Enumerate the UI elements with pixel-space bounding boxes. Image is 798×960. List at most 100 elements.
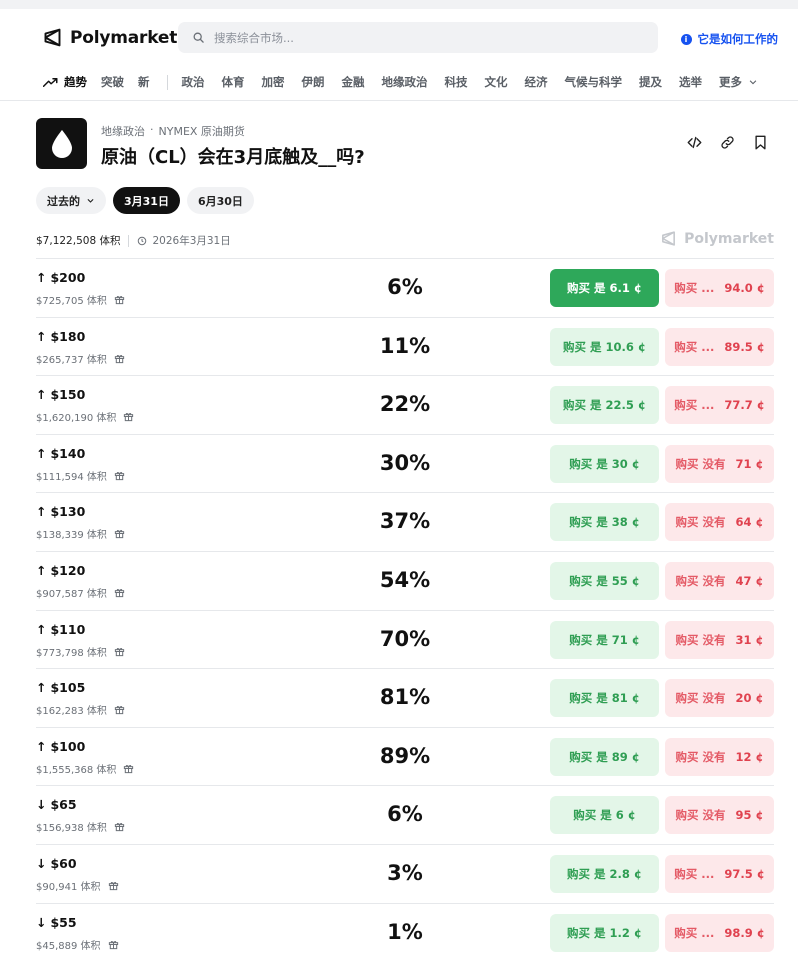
- info-icon: i: [680, 33, 692, 45]
- buy-yes-button[interactable]: 购买 是 2.8 ¢: [550, 854, 659, 893]
- embed-button[interactable]: [686, 134, 702, 150]
- market-row[interactable]: ↑ $105 $162,283 体积 81% 购买 是 81 ¢ 购买 没有 20 ¢: [36, 668, 774, 727]
- buy-no-button[interactable]: 购买 没有 95 ¢: [665, 796, 774, 835]
- nav-more[interactable]: 更多: [719, 74, 758, 90]
- buy-no-button[interactable]: 购买 ... 77.7 ¢: [665, 386, 774, 425]
- buy-no-button[interactable]: 购买 ... 94.0 ¢: [665, 269, 774, 307]
- search-bar[interactable]: [178, 22, 658, 53]
- market-row[interactable]: ↑ $120 $907,587 体积 54% 购买 是 55 ¢ 购买 没有 47 ¢: [36, 550, 774, 610]
- buy-no-prefix: 购买 ...: [674, 925, 715, 940]
- market-probability: 54%: [379, 567, 431, 592]
- market-row[interactable]: ↑ $150 $1,620,190 体积 22% 购买 是 22.5 ¢ 购买 ... 77…: [36, 375, 774, 434]
- breadcrumb-subcategory[interactable]: NYMEX 原油期货: [159, 123, 245, 139]
- buy-no-price: 64 ¢: [735, 515, 764, 530]
- buy-no-prefix: 购买 没有: [675, 691, 726, 706]
- market-row[interactable]: ↓ $65 $156,938 体积 6% 购买 是 6 ¢ 购买 没有 95 ¢: [36, 785, 774, 844]
- market-label: ↓ $55: [36, 915, 77, 930]
- nav-item-category[interactable]: 提及: [639, 74, 662, 90]
- buy-no-button[interactable]: 购买 没有 47 ¢: [665, 561, 774, 600]
- bookmark-icon: [754, 135, 766, 149]
- nav-item-new[interactable]: 新: [138, 74, 150, 90]
- buy-no-prefix: 购买 没有: [675, 515, 726, 530]
- market-row[interactable]: ↑ $140 $111,594 体积 30% 购买 是 30 ¢ 购买 没有 71 ¢: [36, 433, 774, 493]
- date-tabs: 过去的 3月31日 6月30日: [36, 187, 254, 214]
- buy-no-price: 77.7 ¢: [724, 398, 765, 413]
- buy-yes-button[interactable]: 购买 是 30 ¢: [550, 444, 659, 483]
- nav-item-category[interactable]: 经济: [525, 74, 548, 90]
- buy-yes-button[interactable]: 购买 是 1.2 ¢: [550, 913, 659, 952]
- nav-item-category-label: 政治: [181, 75, 205, 89]
- event-end-date-label: 2026年3月31日: [152, 235, 231, 247]
- buy-no-button[interactable]: 购买 ... 98.9 ¢: [665, 913, 774, 952]
- event-image: [36, 118, 87, 169]
- buy-yes-button[interactable]: 购买 是 10.6 ¢: [550, 327, 659, 366]
- nav-item-category[interactable]: 加密: [262, 74, 285, 90]
- bookmark-button[interactable]: [752, 134, 768, 150]
- market-probability: 6%: [387, 275, 423, 299]
- market-row[interactable]: ↓ $60 $90,941 体积 3% 购买 是 2.8 ¢ 购买 ... 97.5 ¢: [36, 843, 774, 903]
- nav-item-category-label: 金融: [341, 75, 365, 89]
- buy-no-button[interactable]: 购买 没有 64 ¢: [665, 503, 774, 542]
- nav-item-category[interactable]: 政治: [182, 74, 205, 90]
- tab-mar31[interactable]: 3月31日: [113, 187, 180, 214]
- chevron-down-icon: [749, 80, 757, 85]
- buy-yes-button[interactable]: 购买 是 38 ¢: [550, 503, 659, 542]
- link-icon: [720, 135, 734, 149]
- market-threshold: $130: [50, 504, 86, 520]
- buy-yes-button[interactable]: 购买 是 22.5 ¢: [550, 386, 659, 425]
- buy-yes-button[interactable]: 购买 是 55 ¢: [550, 561, 659, 600]
- nav-item-category[interactable]: 金融: [342, 74, 365, 90]
- nav-item-category[interactable]: 选举: [679, 74, 702, 90]
- market-probability: 22%: [379, 392, 431, 417]
- buy-no-button[interactable]: 购买 没有 71 ¢: [665, 444, 774, 483]
- market-label: ↓ $60: [36, 856, 77, 871]
- buy-no-prefix: 购买 没有: [675, 749, 726, 764]
- copy-link-button[interactable]: [719, 134, 735, 150]
- buy-yes-button[interactable]: 购买 是 89 ¢: [550, 737, 659, 776]
- market-volume-label: $773,798 体积: [36, 647, 107, 659]
- market-row[interactable]: ↑ $130 $138,339 体积 37% 购买 是 38 ¢ 购买 没有 64 ¢: [36, 492, 774, 551]
- market-probability: 11%: [379, 333, 431, 358]
- arrow-up-icon: ↑: [36, 387, 47, 403]
- nav-item-category[interactable]: 体育: [222, 74, 245, 90]
- buy-yes-button[interactable]: 购买 是 6.1 ¢: [550, 269, 659, 307]
- buy-no-prefix: 购买 没有: [675, 573, 726, 588]
- market-row[interactable]: ↑ $200 $725,705 体积 6% 购买 是 6.1 ¢ 购买 ... 94.0 ¢: [36, 258, 774, 317]
- market-row[interactable]: ↓ $55 $45,889 体积 1% 购买 是 1.2 ¢ 购买 ... 98.9 ¢: [36, 902, 774, 960]
- watermark-label: Polymarket: [684, 230, 774, 247]
- nav-item-category[interactable]: 文化: [485, 74, 508, 90]
- nav-item-category[interactable]: 科技: [445, 74, 468, 90]
- buy-no-button[interactable]: 购买 没有 20 ¢: [665, 679, 774, 718]
- nav-item-trending[interactable]: 趋势: [43, 74, 87, 90]
- search-input[interactable]: [214, 30, 634, 45]
- market-probability: 70%: [379, 626, 431, 651]
- buy-no-button[interactable]: 购买 ... 89.5 ¢: [665, 327, 774, 366]
- market-threshold: $200: [50, 270, 86, 285]
- nav-item-category[interactable]: 地缘政治: [382, 74, 428, 90]
- nav-item-trending-label: 趋势: [64, 75, 87, 89]
- nav-item-category[interactable]: 伊朗: [302, 74, 325, 90]
- market-row[interactable]: ↑ $180 $265,737 体积 11% 购买 是 10.6 ¢ 购买 ... 89.5…: [36, 316, 774, 376]
- market-row[interactable]: ↑ $100 $1,555,368 体积 89% 购买 是 89 ¢ 购买 没有 12 ¢: [36, 726, 774, 786]
- nav-item-category-label: 气候与科学: [564, 75, 623, 89]
- polymarket-logo[interactable]: Polymarket: [42, 27, 177, 48]
- nav-item-category[interactable]: 气候与科学: [565, 74, 623, 90]
- tab-past[interactable]: 过去的: [36, 187, 106, 214]
- buy-no-price: 94.0 ¢: [724, 281, 765, 295]
- how-it-works-link[interactable]: i 它是如何工作的: [680, 31, 778, 47]
- buy-yes-button[interactable]: 购买 是 71 ¢: [550, 620, 659, 659]
- market-row[interactable]: ↑ $110 $773,798 体积 70% 购买 是 71 ¢ 购买 没有 31 ¢: [36, 609, 774, 669]
- tab-jun30[interactable]: 6月30日: [186, 187, 254, 214]
- buy-no-button[interactable]: 购买 ... 97.5 ¢: [665, 854, 774, 893]
- buy-no-button[interactable]: 购买 没有 31 ¢: [665, 620, 774, 659]
- market-probability: 81%: [379, 685, 431, 710]
- buy-no-button[interactable]: 购买 没有 12 ¢: [665, 737, 774, 776]
- category-nav: 趋势 突破 新 政治 体育 加密 伊朗 金融 地缘政治 科技 文化 经济 气候与科学 提及 选举 更多: [0, 69, 798, 101]
- nav-item-breaking[interactable]: 突破: [101, 74, 124, 90]
- buy-yes-button[interactable]: 购买 是 6 ¢: [550, 796, 659, 835]
- breadcrumb-category[interactable]: 地缘政治: [101, 123, 145, 139]
- market-volume-label: $90,941 体积: [36, 881, 101, 893]
- nav-categories: 政治 体育 加密 伊朗 金融 地缘政治 科技 文化 经济 气候与科学 提及 选举: [182, 74, 720, 90]
- nav-item-category-label: 科技: [444, 75, 468, 89]
- buy-yes-button[interactable]: 购买 是 81 ¢: [550, 679, 659, 718]
